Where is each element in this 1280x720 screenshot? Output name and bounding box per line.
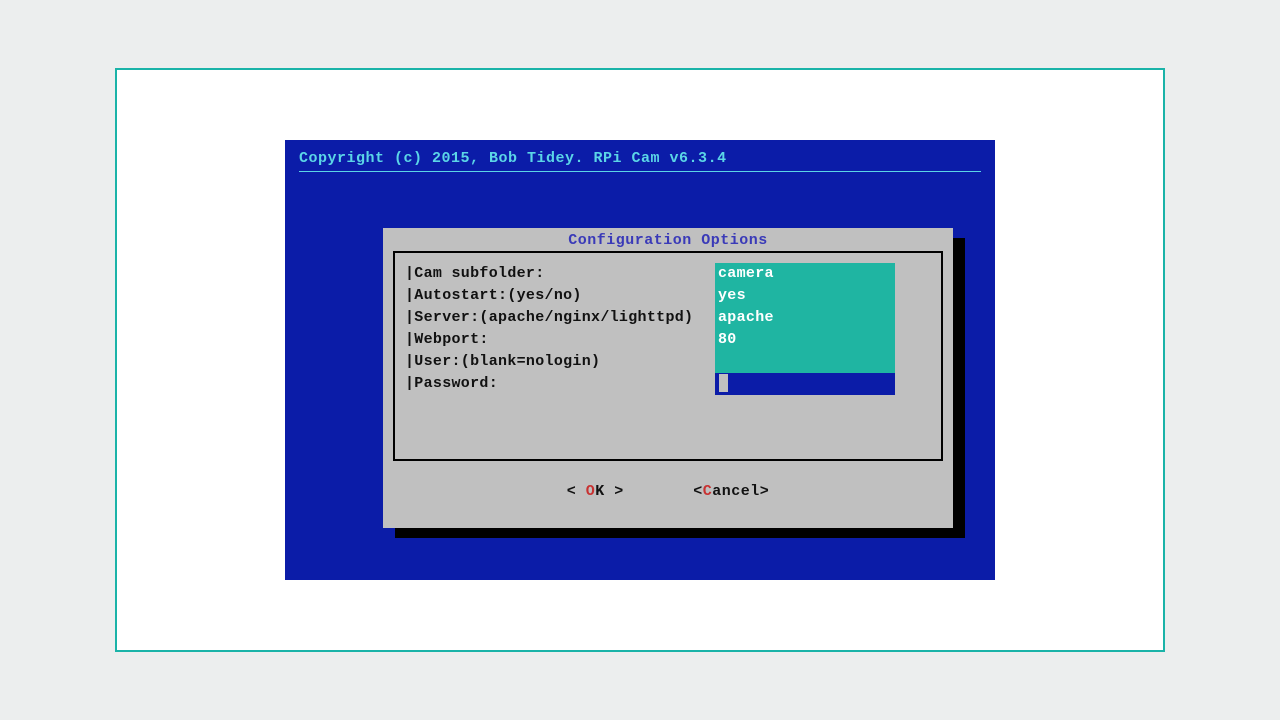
copyright-header: Copyright (c) 2015, Bob Tidey. RPi Cam v… — [299, 150, 981, 172]
ok-button[interactable]: < OK > — [567, 483, 624, 500]
row-autostart: |Autostart:(yes/no) yes — [405, 285, 931, 307]
input-user[interactable] — [715, 351, 895, 373]
screenshot-frame: Copyright (c) 2015, Bob Tidey. RPi Cam v… — [115, 68, 1165, 652]
input-server[interactable]: apache — [715, 307, 895, 329]
dialog-body: |Cam subfolder: camera |Autostart:(yes/n… — [393, 251, 943, 461]
input-password[interactable] — [715, 373, 895, 395]
input-autostart[interactable]: yes — [715, 285, 895, 307]
dialog-buttons: < OK > <Cancel> — [393, 483, 943, 500]
label-cam-subfolder: |Cam subfolder: — [405, 263, 715, 285]
text-cursor — [719, 374, 728, 392]
input-cam-subfolder[interactable]: camera — [715, 263, 895, 285]
label-server: |Server:(apache/nginx/lighttpd) — [405, 307, 715, 329]
cancel-button[interactable]: <Cancel> — [693, 483, 769, 500]
label-autostart: |Autostart:(yes/no) — [405, 285, 715, 307]
row-password: |Password: — [405, 373, 931, 395]
input-webport[interactable]: 80 — [715, 329, 895, 351]
terminal-window: Copyright (c) 2015, Bob Tidey. RPi Cam v… — [285, 140, 995, 580]
label-user: |User:(blank=nologin) — [405, 351, 715, 373]
row-user: |User:(blank=nologin) — [405, 351, 931, 373]
label-webport: |Webport: — [405, 329, 715, 351]
row-webport: |Webport: 80 — [405, 329, 931, 351]
label-password: |Password: — [405, 373, 715, 395]
row-server: |Server:(apache/nginx/lighttpd) apache — [405, 307, 931, 329]
config-dialog: Configuration Options |Cam subfolder: ca… — [383, 228, 953, 528]
row-cam-subfolder: |Cam subfolder: camera — [405, 263, 931, 285]
dialog-title: Configuration Options — [393, 232, 943, 249]
